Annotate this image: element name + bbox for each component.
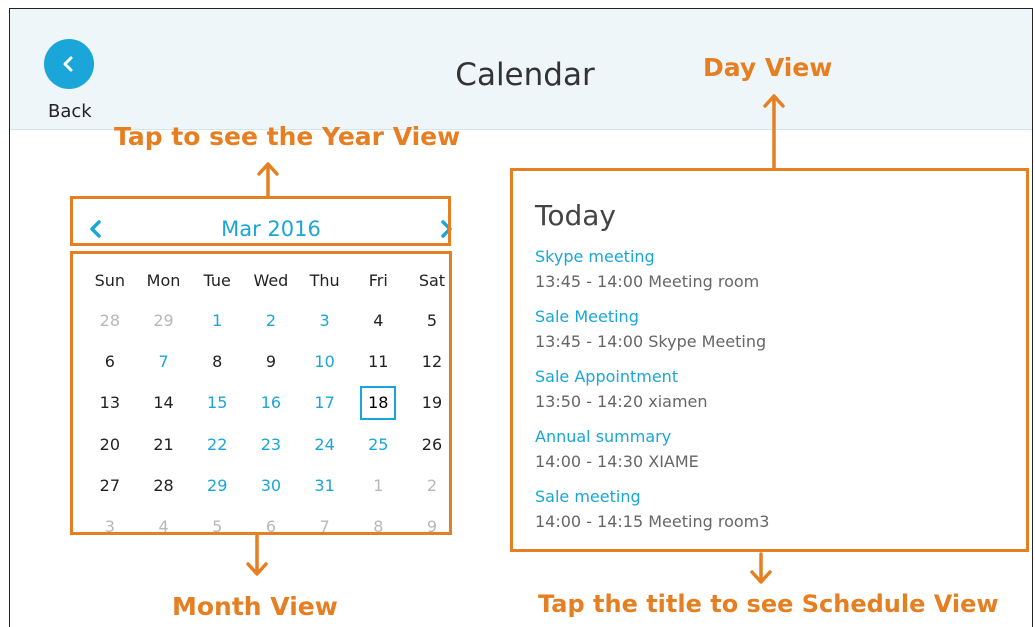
month-grid-highlight [70,251,452,535]
chevron-left-icon [63,56,73,72]
arrow-down-icon [750,552,772,584]
back-label[interactable]: Back [48,101,92,122]
back-button[interactable] [44,39,94,89]
arrow-down-icon [246,534,268,576]
year-view-annotation: Tap to see the Year View [114,122,461,151]
month-nav-highlight [70,196,451,246]
day-view-annotation: Day View [703,53,833,82]
app-header: Back Calendar [10,9,1032,130]
day-view-highlight [510,168,1029,552]
arrow-up-icon [257,162,279,198]
page-title: Calendar [455,57,595,93]
arrow-up-icon [763,94,785,170]
schedule-view-annotation: Tap the title to see Schedule View [538,590,999,618]
month-view-annotation: Month View [172,592,338,621]
